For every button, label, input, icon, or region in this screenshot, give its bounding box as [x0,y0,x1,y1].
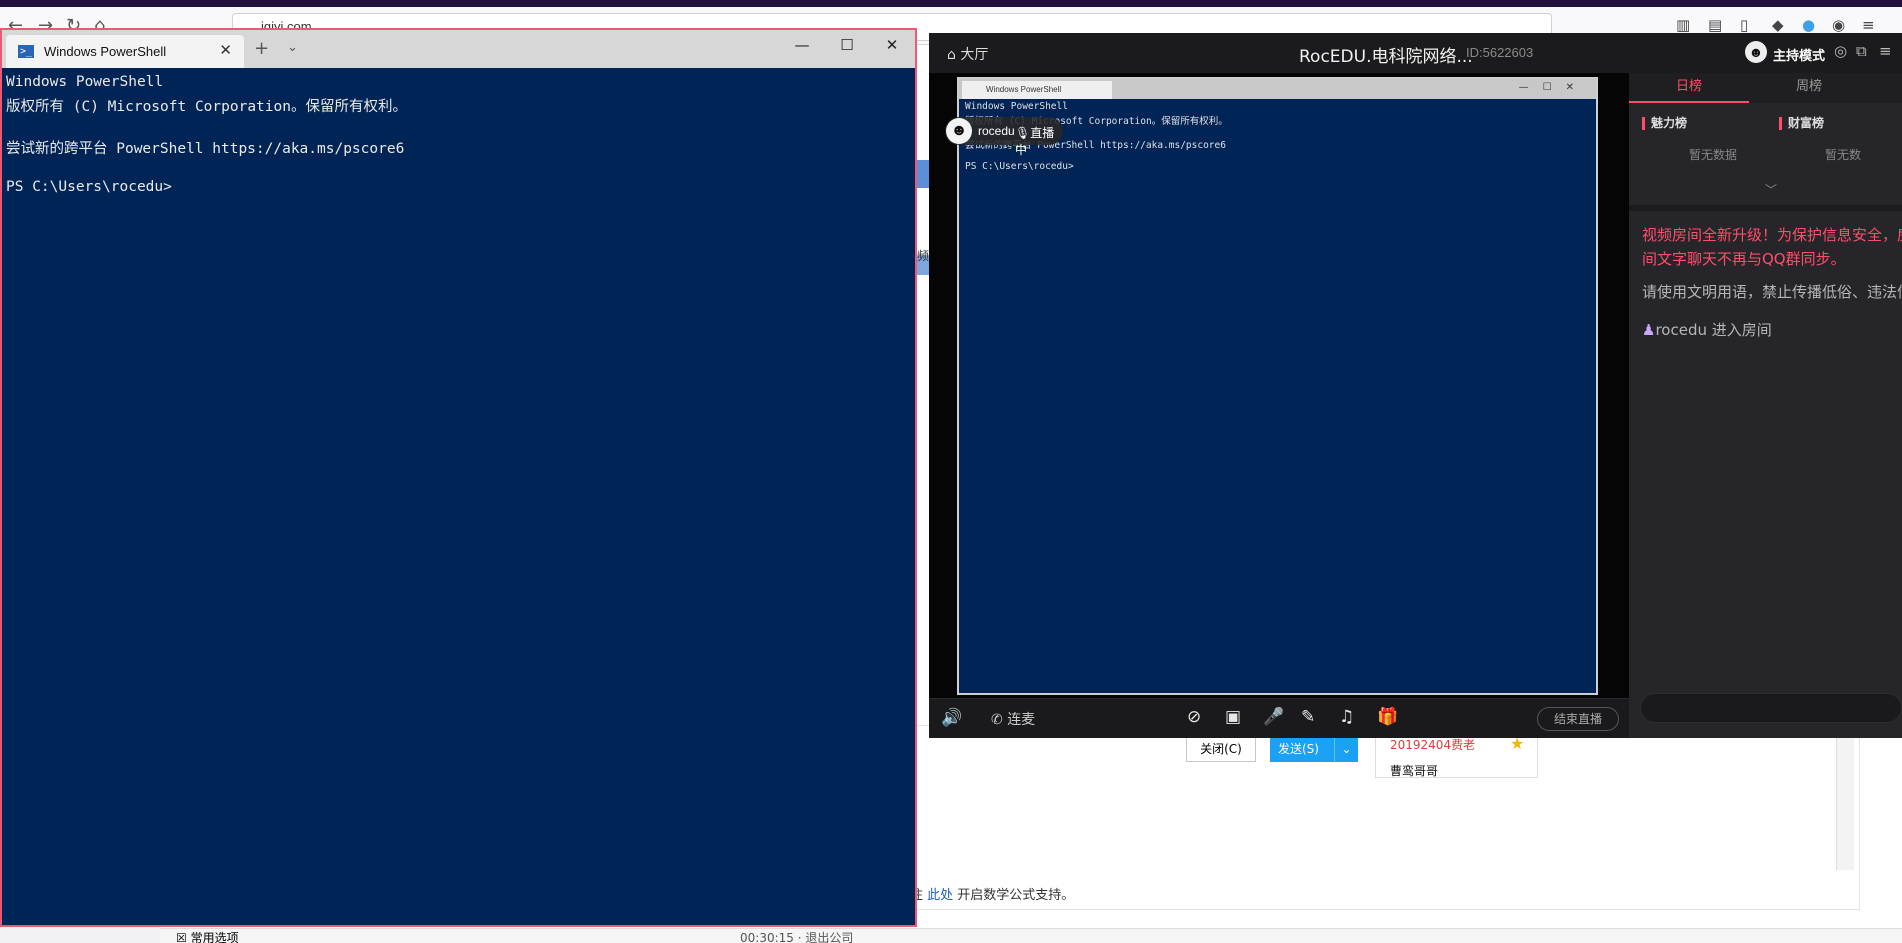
preview-tab: Windows PowerShell [962,81,1112,99]
account-icon[interactable]: ◉ [1832,16,1845,34]
powershell-icon: >_ [18,45,34,58]
camera-off-icon[interactable]: ⊘ [1187,707,1201,727]
rules-notice: 请使用文明用语，禁止传播低俗、违法信息。 [1642,283,1902,301]
enter-user-name: rocedu [1655,321,1707,339]
console-line: 尝试新的跨平台 PowerShell https://aka.ms/pscore… [6,141,405,157]
console-prompt[interactable]: PS C:\Users\rocedu> [6,179,911,200]
host-avatar[interactable]: ☻ [1745,41,1767,63]
console-line: 版权所有 (C) Microsoft Corporation。保留所有权利。 [6,99,407,115]
contact-item[interactable]: 20192404费老 [1390,736,1475,753]
connect-mic-label: 连麦 [1007,712,1036,728]
close-window-icon[interactable]: ✕ [877,36,907,60]
bottom-status-text: 00:30:15 · 退出公司 [740,931,854,943]
room-title: RocEDU.电科院网络... [1299,47,1473,67]
wealth-rank-title: 财富榜 [1779,117,1824,130]
menu-icon[interactable]: ≡ [1862,16,1875,34]
screen-share-preview: Windows PowerShell —☐✕ Windows PowerShel… [957,77,1598,695]
maximize-icon[interactable]: ☐ [832,36,862,60]
common-options-label[interactable]: ☒ 常用选项 [176,929,239,943]
common-options-text: 常用选项 [190,931,239,943]
close-button[interactable]: 关闭(C) [1186,737,1256,762]
live-status: 🎙直播中 [1015,126,1055,157]
volume-icon[interactable]: 🔊 [941,708,962,728]
powershell-console[interactable]: Windows PowerShell 版权所有 (C) Microsoft Co… [2,68,915,925]
extension-icon[interactable]: ▯ [1740,16,1748,34]
chevron-down-icon[interactable]: ﹀ [1765,181,1777,198]
chat-messages[interactable]: 视频房间全新升级！为保护信息安全，房间文字聊天不再与QQ群同步。 请使用文明用语… [1629,211,1902,681]
gift-icon[interactable]: 🎁 [1377,707,1398,727]
streamer-avatar: ☻ [946,118,972,144]
chat-input[interactable] [1640,693,1902,723]
host-mode-label[interactable]: 主持模式 [1773,45,1825,64]
settings-icon[interactable]: ◎ [1834,42,1847,60]
microphone-icon[interactable]: 🎤 [1263,707,1284,727]
room-id: ID:5622603 [1466,45,1534,60]
whiteboard-icon[interactable]: ✎ [1301,707,1315,727]
tab-weekly[interactable]: 周榜 [1749,73,1869,103]
charm-rank-title: 魅力榜 [1642,117,1687,130]
minimize-icon[interactable]: — [787,36,817,60]
chevron-down-icon[interactable]: ⌄ [1334,737,1358,762]
library-icon[interactable]: ▥ [1676,16,1690,34]
menu-icon[interactable]: ≡ [1879,42,1892,60]
live-status-text: 直播中 [1015,126,1055,157]
contact-item[interactable]: 曹鸾哥哥 [1390,762,1438,779]
live-control-bar: 🔊 ✆ 连麦 ⊘ ▣ 🎤 ✎ ♫ 🎁 结束直播 [929,698,1629,738]
chevron-down-icon[interactable]: ⌄ [287,40,298,55]
end-live-button[interactable]: 结束直播 [1537,707,1619,731]
ranking-tabs: 日榜 周榜 [1629,73,1902,103]
powershell-window[interactable]: >_ Windows PowerShell ✕ + ⌄ — ☐ ✕ Window… [0,28,917,927]
live-video-area[interactable]: Windows PowerShell —☐✕ Windows PowerShel… [929,73,1629,698]
connect-mic-button[interactable]: ✆ 连麦 [991,709,1035,729]
powershell-tab[interactable]: >_ Windows PowerShell ✕ [6,35,244,68]
upgrade-notice: 视频房间全新升级！为保护信息安全，房间文字聊天不再与QQ群同步。 [1642,226,1902,268]
console-line: Windows PowerShell [6,74,164,90]
browser-tab-strip [0,0,1902,7]
screen-share-icon[interactable]: ▣ [1225,707,1241,727]
hall-button[interactable]: ⌂ 大厅 [947,44,988,64]
streamer-badge[interactable]: ☻ rocedu 🎙直播中 [945,117,1063,157]
home-icon: ⌂ [947,47,956,63]
enter-room-message: ♟rocedu 进入房间 [1642,319,1772,340]
preview-titlebar: Windows PowerShell —☐✕ [959,79,1596,99]
browser-bottom-bar [160,928,1902,943]
streamer-name: rocedu [978,124,1015,138]
preview-line: PS C:\Users\rocedu> [965,161,1074,172]
send-button-label: 发送(S) [1278,742,1319,756]
charm-rank-empty: 暂无数据 [1689,148,1738,162]
powershell-tab-label: Windows PowerShell [44,44,167,59]
tab-daily[interactable]: 日榜 [1629,73,1749,103]
preview-line: Windows PowerShell [965,101,1068,112]
enable-math-link[interactable]: 此处 [927,888,953,903]
send-button[interactable]: 发送(S) ⌄ [1270,737,1358,762]
popout-icon[interactable]: ⧉ [1856,42,1867,60]
pocket-icon[interactable]: ◆ [1772,16,1784,34]
footnote-suffix: 开启数学公式支持。 [953,888,1075,903]
new-tab-icon[interactable]: + [254,38,269,59]
wealth-rank-empty: 暂无数 [1825,148,1862,162]
phone-icon: ✆ [991,712,1003,728]
sidebar-icon[interactable]: ▤ [1708,16,1722,34]
user-icon: ♟ [1642,321,1656,339]
close-tab-icon[interactable]: ✕ [219,41,232,59]
math-support-note: 注 此处 开启数学公式支持。 [910,884,1074,903]
sync-icon[interactable]: ● [1802,16,1815,34]
preview-window-controls: —☐✕ [1518,82,1588,93]
powershell-titlebar[interactable]: >_ Windows PowerShell ✕ + ⌄ — ☐ ✕ [2,30,915,68]
live-side-panel: 日榜 周榜 魅力榜 财富榜 暂无数据 暂无数 ﹀ 视频房间全新升级！为保护信息安… [1629,73,1902,738]
enter-room-text: 进入房间 [1706,321,1772,339]
editor-scrollbar[interactable] [1836,730,1854,870]
live-room-header: ⌂ 大厅 RocEDU.电科院网络... ID:5622603 ☻ 主持模式 ◎… [929,33,1902,73]
live-room-window[interactable]: ⌂ 大厅 RocEDU.电科院网络... ID:5622603 ☻ 主持模式 ◎… [929,33,1902,738]
hall-label: 大厅 [960,47,989,63]
music-icon[interactable]: ♫ [1339,707,1354,727]
